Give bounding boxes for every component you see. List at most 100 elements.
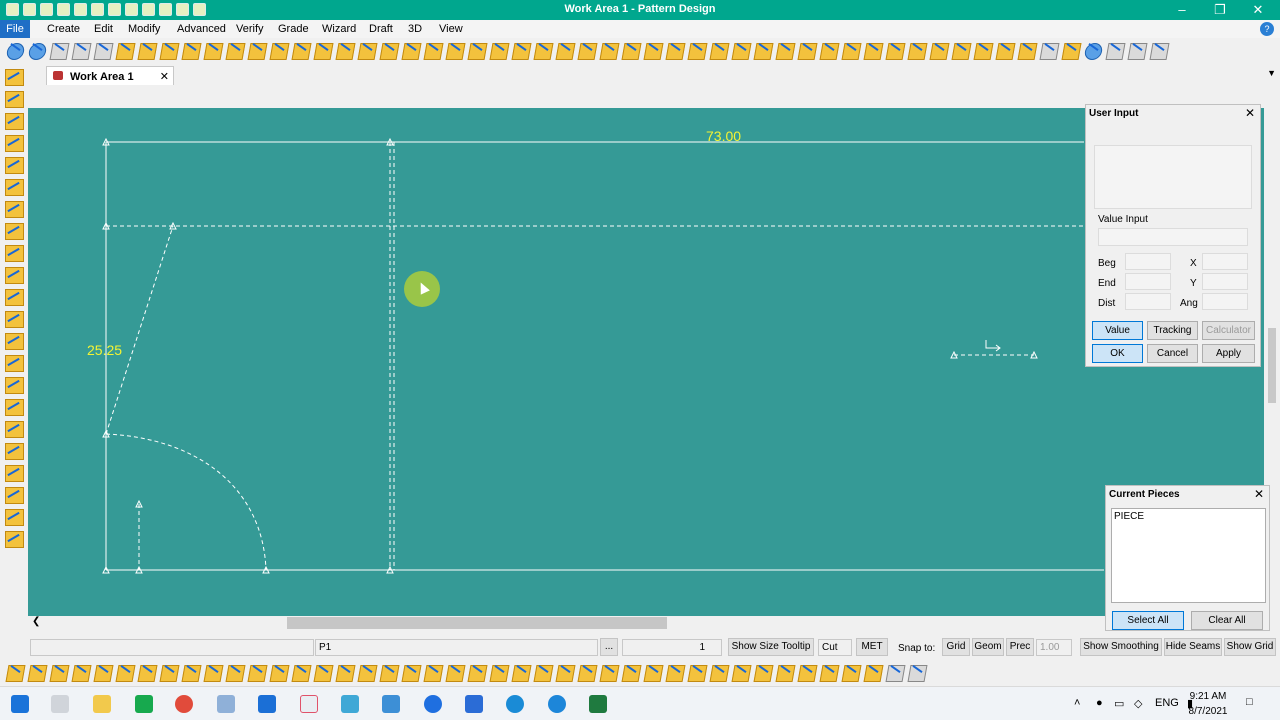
tool-icon[interactable] [444,662,465,684]
tool-icon[interactable] [290,662,311,684]
photos-icon[interactable] [465,695,483,713]
tool-icon[interactable] [158,40,179,62]
tool-icon[interactable] [2,418,26,439]
scissors-icon[interactable] [994,40,1015,62]
zalo-icon[interactable] [424,695,442,713]
tracking-button[interactable]: Tracking [1147,321,1198,340]
tool-icon[interactable] [796,40,817,62]
measure-icon[interactable] [1104,40,1125,62]
zoom-out-icon[interactable] [92,40,113,62]
snap-geom-button[interactable]: Geom [972,638,1004,656]
app-icon[interactable] [135,695,153,713]
scissors-icon[interactable] [1016,40,1037,62]
tool-icon[interactable] [2,154,26,175]
tool-icon[interactable] [378,40,399,62]
tool-icon[interactable] [334,40,355,62]
tool-icon[interactable] [862,40,883,62]
tool-icon[interactable] [598,662,619,684]
tool-icon[interactable] [136,40,157,62]
menu-wizard[interactable]: Wizard [322,23,356,35]
tool-icon[interactable] [136,662,157,684]
scroll-left-icon[interactable]: ❮ [32,616,40,627]
tool-icon[interactable] [2,484,26,505]
tool-icon[interactable] [1060,40,1081,62]
clear-all-button[interactable]: Clear All [1191,611,1263,630]
tool-icon[interactable] [180,40,201,62]
tool-icon[interactable] [2,220,26,241]
tool-icon[interactable] [554,40,575,62]
ang-field[interactable] [1202,293,1248,310]
pieces-list[interactable]: PIECE [1111,508,1266,603]
compass-icon[interactable] [1082,40,1103,62]
hide-seams-button[interactable]: Hide Seams [1164,638,1222,656]
tool-icon[interactable] [796,662,817,684]
x-field[interactable] [1202,253,1248,270]
tool-icon[interactable] [730,662,751,684]
tool-icon[interactable] [972,40,993,62]
app-icon[interactable] [217,695,235,713]
tool-icon[interactable] [554,662,575,684]
tool-icon[interactable] [532,662,553,684]
grid-icon[interactable] [1038,40,1059,62]
select-all-button[interactable]: Select All [1112,611,1184,630]
clock-date[interactable]: 8/7/2021 [1178,706,1238,717]
y-field[interactable] [1202,273,1248,290]
tool-icon[interactable] [576,40,597,62]
tool-icon[interactable] [114,40,135,62]
tool-icon[interactable] [2,506,26,527]
tool-icon[interactable] [2,286,26,307]
tool-icon[interactable] [48,662,69,684]
menu-grade[interactable]: Grade [278,23,309,35]
vertical-scroll-thumb[interactable] [1268,328,1276,403]
tool-icon[interactable] [686,662,707,684]
tool-icon[interactable] [400,40,421,62]
tool-icon[interactable] [224,40,245,62]
tool-icon[interactable] [510,40,531,62]
zoom-in-icon[interactable] [70,40,91,62]
app-icon[interactable] [258,695,276,713]
horizontal-scroll-thumb[interactable] [287,617,667,629]
task-view-icon[interactable] [51,695,69,713]
tool-icon[interactable] [466,662,487,684]
tool-icon[interactable] [664,662,685,684]
tool-icon[interactable] [2,528,26,549]
tool-icon[interactable] [906,40,927,62]
tool-icon[interactable] [708,40,729,62]
show-grid-button[interactable]: Show Grid [1224,638,1276,656]
tool-icon[interactable] [70,662,91,684]
tool-icon[interactable] [334,662,355,684]
tool-icon[interactable] [2,396,26,417]
zoom-icon[interactable] [48,40,69,62]
menu-file[interactable]: File [0,20,30,38]
undo-icon[interactable] [4,40,25,62]
tool-icon[interactable] [4,662,25,684]
calculator-button[interactable]: Calculator [1202,321,1255,340]
excel-icon[interactable] [589,695,607,713]
measure-icon[interactable] [884,662,905,684]
tool-icon[interactable] [686,40,707,62]
value-button[interactable]: Value [1092,321,1143,340]
tool-icon[interactable] [862,662,883,684]
tool-icon[interactable] [356,662,377,684]
tool-icon[interactable] [642,40,663,62]
tool-icon[interactable] [620,40,641,62]
end-field[interactable] [1125,273,1171,290]
tool-icon[interactable] [2,88,26,109]
list-item[interactable]: PIECE [1114,511,1144,522]
close-user-input-icon[interactable]: ✕ [1245,106,1255,120]
tool-icon[interactable] [598,40,619,62]
tool-icon[interactable] [2,440,26,461]
tool-icon[interactable] [774,40,795,62]
tool-icon[interactable] [2,242,26,263]
menu-edit[interactable]: Edit [94,23,113,35]
dist-field[interactable] [1125,293,1171,310]
menu-3d[interactable]: 3D [408,23,422,35]
maximize-button[interactable]: ❐ [1210,2,1230,18]
edge-icon[interactable] [506,695,524,713]
app-icon[interactable] [548,695,566,713]
browse-button[interactable]: ... [600,638,618,656]
show-smoothing-button[interactable]: Show Smoothing [1080,638,1162,656]
tool-icon[interactable] [268,40,289,62]
show-size-tooltip-button[interactable]: Show Size Tooltip [728,638,814,656]
chrome-icon[interactable] [175,695,193,713]
